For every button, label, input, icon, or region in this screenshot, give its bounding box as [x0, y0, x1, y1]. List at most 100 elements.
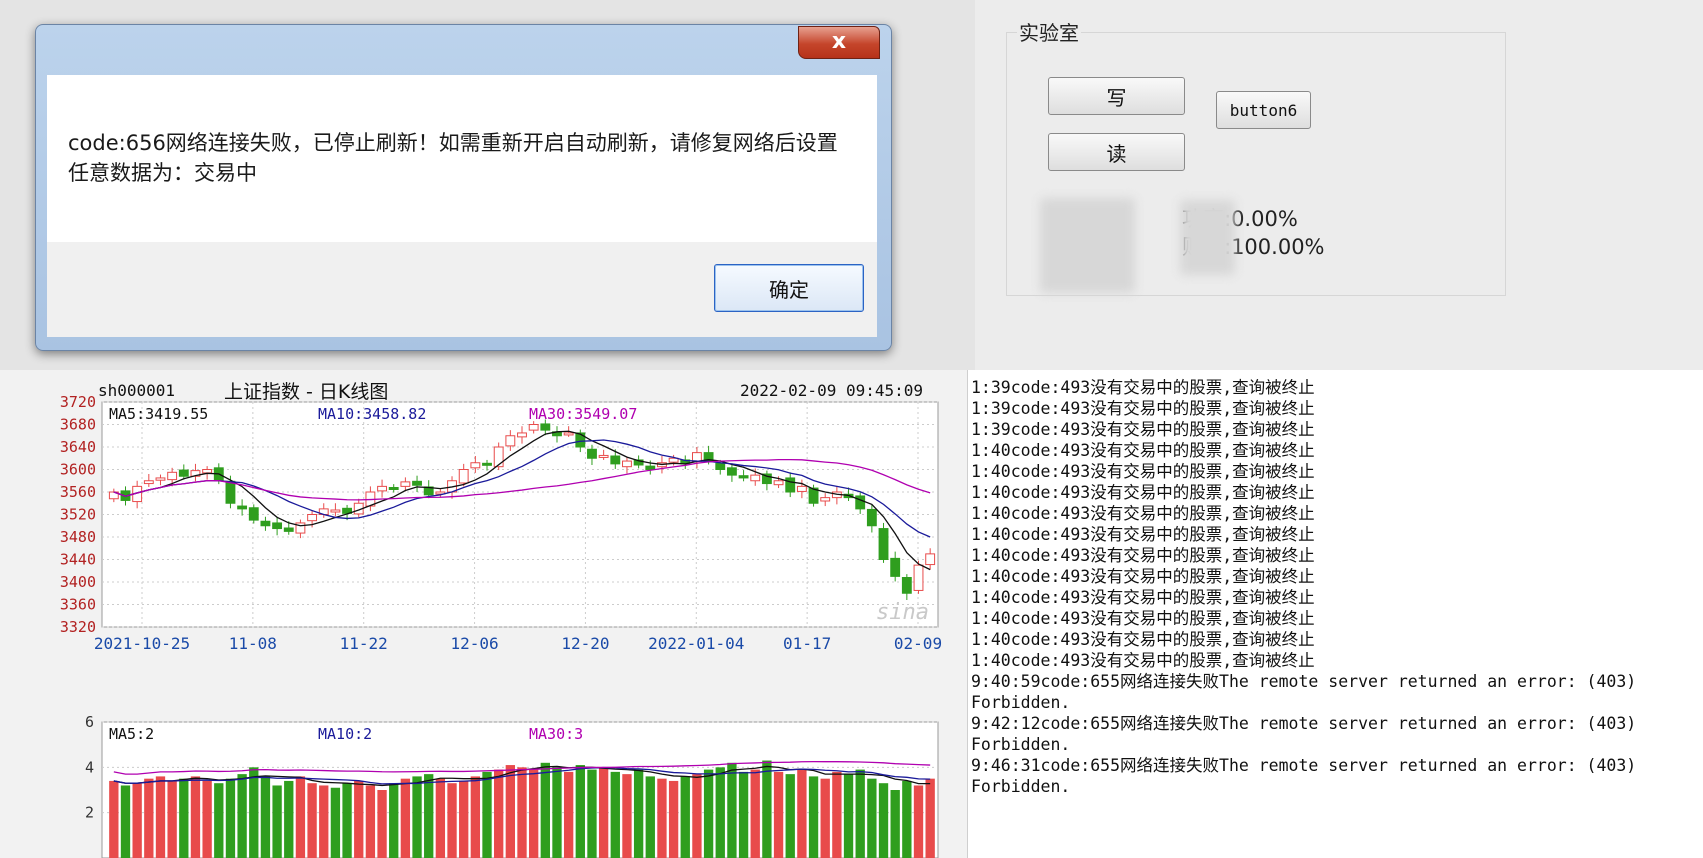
y-tick-label: 3680	[60, 416, 96, 434]
volume-bar	[459, 780, 469, 858]
volume-bar	[902, 780, 912, 858]
volume-bar	[389, 783, 399, 858]
sina-watermark: sina	[876, 600, 929, 625]
ma5-label: MA5:3419.55	[109, 405, 209, 423]
candle	[715, 462, 726, 470]
candle	[726, 467, 737, 476]
volume-bar	[633, 769, 644, 858]
volume-bar	[319, 785, 329, 858]
candle	[470, 462, 481, 469]
candle	[773, 480, 784, 486]
volume-bar	[703, 769, 714, 858]
volume-bar	[482, 771, 492, 858]
y-tick-label: 3600	[60, 461, 96, 479]
candle	[820, 497, 831, 502]
volume-bar	[878, 783, 889, 858]
write-button[interactable]: 写	[1048, 77, 1185, 115]
candle	[563, 432, 574, 436]
volume-bar	[598, 767, 609, 858]
candle	[540, 423, 551, 431]
candle	[143, 480, 154, 485]
y-tick-label: 3720	[60, 393, 96, 411]
candle	[610, 455, 621, 465]
y-tick-label: 2	[85, 804, 94, 822]
volume-bar	[447, 783, 457, 858]
volume-bar	[587, 769, 597, 858]
x-tick-label: 11-22	[340, 634, 388, 653]
log-line: 1:40code:493没有交易中的股票,查询被终止	[971, 462, 1315, 481]
log-line: 1:40code:493没有交易中的股票,查询被终止	[971, 441, 1315, 460]
volume-bar	[680, 776, 690, 858]
candle	[412, 480, 422, 486]
candle	[400, 481, 411, 487]
log-line: 1:40code:493没有交易中的股票,查询被终止	[971, 630, 1315, 649]
candle	[598, 454, 609, 458]
volume-bar	[843, 774, 854, 858]
y-tick-label: 3480	[60, 528, 96, 546]
volume-bar	[505, 765, 516, 858]
ma10-label: MA10:3458.82	[318, 405, 427, 423]
volume-bar	[109, 780, 119, 858]
x-tick-label: 2021-10-25	[94, 634, 190, 653]
volume-bar	[202, 780, 212, 858]
lab-title: 实验室	[1017, 17, 1081, 46]
candle	[855, 495, 866, 510]
candle	[575, 432, 586, 448]
y-tick-label: 6	[85, 713, 94, 731]
candle	[225, 480, 236, 504]
volume-ma30-label: MA30:3	[529, 725, 584, 743]
volume-ma10-label: MA10:2	[318, 725, 373, 743]
volume-bar	[645, 776, 655, 858]
volume-bar	[575, 765, 585, 858]
candle	[913, 564, 924, 591]
candle	[237, 505, 248, 510]
candle	[248, 507, 259, 521]
log-textbox[interactable]: 1:39code:493没有交易中的股票,查询被终止 1:39code:493没有…	[971, 377, 1699, 797]
volume-bar	[272, 785, 282, 858]
candle	[878, 528, 889, 560]
volume-bar	[528, 769, 539, 858]
y-tick-label: 4	[85, 758, 94, 776]
candle	[377, 485, 387, 492]
volume-bar	[377, 790, 387, 858]
volume-bar	[657, 778, 667, 858]
volume-bar	[307, 783, 317, 858]
redacted-block	[1040, 198, 1135, 293]
volume-bar	[260, 776, 271, 858]
volume-bar	[284, 780, 294, 858]
x-tick-label: 11-08	[229, 634, 277, 653]
volume-bar	[435, 778, 446, 858]
candle	[517, 432, 527, 438]
read-button[interactable]: 读	[1048, 133, 1185, 171]
candle	[901, 577, 912, 594]
button6[interactable]: button6	[1216, 91, 1311, 129]
candle	[388, 487, 399, 490]
candle	[505, 435, 516, 447]
candle	[458, 469, 469, 484]
ma30-label: MA30:3549.07	[529, 405, 638, 423]
candle	[307, 514, 318, 522]
ok-button[interactable]: 确定	[714, 264, 864, 312]
log-line: 1:40code:493没有交易中的股票,查询被终止	[971, 609, 1315, 628]
volume-bar	[412, 776, 422, 858]
volume-bar	[855, 769, 865, 858]
volume-bar	[622, 774, 632, 858]
y-tick-label: 3640	[60, 438, 96, 456]
volume-bar	[750, 769, 760, 858]
volume-bar	[738, 771, 749, 858]
close-icon[interactable]: x	[832, 29, 846, 54]
log-line: 1:40code:493没有交易中的股票,查询被终止	[971, 588, 1315, 607]
candle	[925, 553, 936, 566]
x-tick-label: 12-20	[561, 634, 609, 653]
volume-bar	[167, 780, 177, 858]
log-line: 1:40code:493没有交易中的股票,查询被终止	[971, 525, 1315, 544]
volume-bar	[785, 774, 795, 858]
candle	[750, 474, 761, 482]
candle	[202, 469, 213, 474]
volume-bar	[540, 762, 550, 858]
volume-bar	[610, 771, 620, 858]
log-line: 1:40code:493没有交易中的股票,查询被终止	[971, 546, 1315, 565]
close-button[interactable]: x	[798, 26, 880, 59]
log-line: 1:40code:493没有交易中的股票,查询被终止	[971, 567, 1315, 586]
candle	[528, 424, 539, 431]
